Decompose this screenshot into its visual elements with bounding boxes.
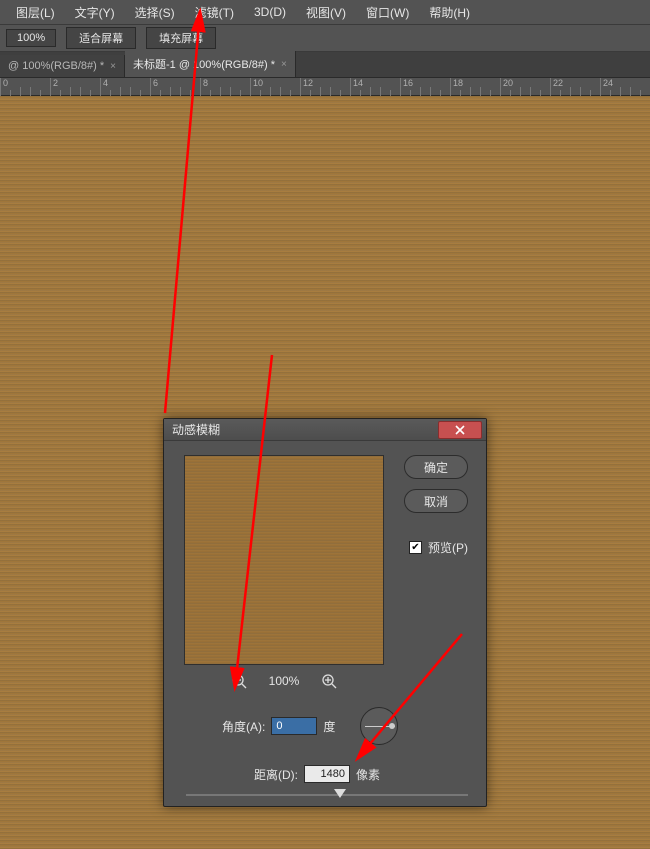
menu-text[interactable]: 文字(Y) xyxy=(65,4,125,21)
fit-screen-button[interactable]: 适合屏幕 xyxy=(66,27,136,49)
document-tabs: @ 100%(RGB/8#) * × 未标题-1 @ 100%(RGB/8#) … xyxy=(0,52,650,78)
close-button[interactable] xyxy=(438,421,482,439)
preview-zoom-controls: 100% xyxy=(184,673,384,689)
angle-unit: 度 xyxy=(323,718,335,735)
preview-checkbox-row: ✔ 预览(P) xyxy=(409,539,468,556)
document-tab[interactable]: @ 100%(RGB/8#) * × xyxy=(0,55,125,77)
fill-screen-button[interactable]: 填充屏幕 xyxy=(146,27,216,49)
zoom-level-input[interactable]: 100% xyxy=(6,29,56,47)
close-icon[interactable]: × xyxy=(281,59,287,70)
motion-blur-dialog: 动感模糊 xyxy=(163,418,487,807)
distance-input[interactable] xyxy=(304,765,350,783)
zoom-out-icon xyxy=(231,673,247,689)
menu-filter[interactable]: 滤镜(T) xyxy=(185,4,244,21)
zoom-out-button[interactable] xyxy=(231,673,247,689)
angle-label: 角度(A): xyxy=(222,718,265,735)
tab-label: 未标题-1 @ 100%(RGB/8#) * xyxy=(133,56,275,72)
menu-3d[interactable]: 3D(D) xyxy=(244,5,296,19)
ok-button[interactable]: 确定 xyxy=(404,455,468,479)
zoom-in-button[interactable] xyxy=(321,673,337,689)
angle-input[interactable] xyxy=(271,717,317,735)
menu-select[interactable]: 选择(S) xyxy=(125,4,185,21)
close-icon[interactable]: × xyxy=(110,61,116,72)
angle-indicator-icon xyxy=(389,723,395,729)
document-tab-active[interactable]: 未标题-1 @ 100%(RGB/8#) * × xyxy=(125,51,296,77)
preview-zoom-level: 100% xyxy=(269,674,300,688)
menubar: 图层(L) 文字(Y) 选择(S) 滤镜(T) 3D(D) 视图(V) 窗口(W… xyxy=(0,0,650,24)
zoom-in-icon xyxy=(321,673,337,689)
dialog-titlebar[interactable]: 动感模糊 xyxy=(164,419,486,441)
slider-thumb-icon[interactable] xyxy=(334,789,346,798)
close-icon xyxy=(453,425,467,435)
menu-layer[interactable]: 图层(L) xyxy=(6,4,65,21)
dialog-body: 100% 确定 取消 ✔ 预览(P) 角度(A): 度 距离(D): 像素 xyxy=(164,441,486,806)
options-bar: 100% 适合屏幕 填充屏幕 xyxy=(0,24,650,52)
distance-slider[interactable] xyxy=(186,789,468,801)
slider-track xyxy=(186,794,468,796)
preview-checkbox-label: 预览(P) xyxy=(428,539,468,556)
angle-wheel[interactable] xyxy=(360,707,398,745)
dialog-title: 动感模糊 xyxy=(172,421,220,438)
horizontal-ruler: 024681012141618202224 xyxy=(0,78,650,96)
menu-help[interactable]: 帮助(H) xyxy=(419,4,480,21)
cancel-button[interactable]: 取消 xyxy=(404,489,468,513)
menu-window[interactable]: 窗口(W) xyxy=(356,4,419,21)
distance-unit: 像素 xyxy=(356,766,380,783)
tab-label: @ 100%(RGB/8#) * xyxy=(8,60,104,72)
distance-label: 距离(D): xyxy=(254,766,298,783)
menu-view[interactable]: 视图(V) xyxy=(296,4,356,21)
preview-area[interactable] xyxy=(184,455,384,665)
preview-checkbox[interactable]: ✔ xyxy=(409,541,422,554)
